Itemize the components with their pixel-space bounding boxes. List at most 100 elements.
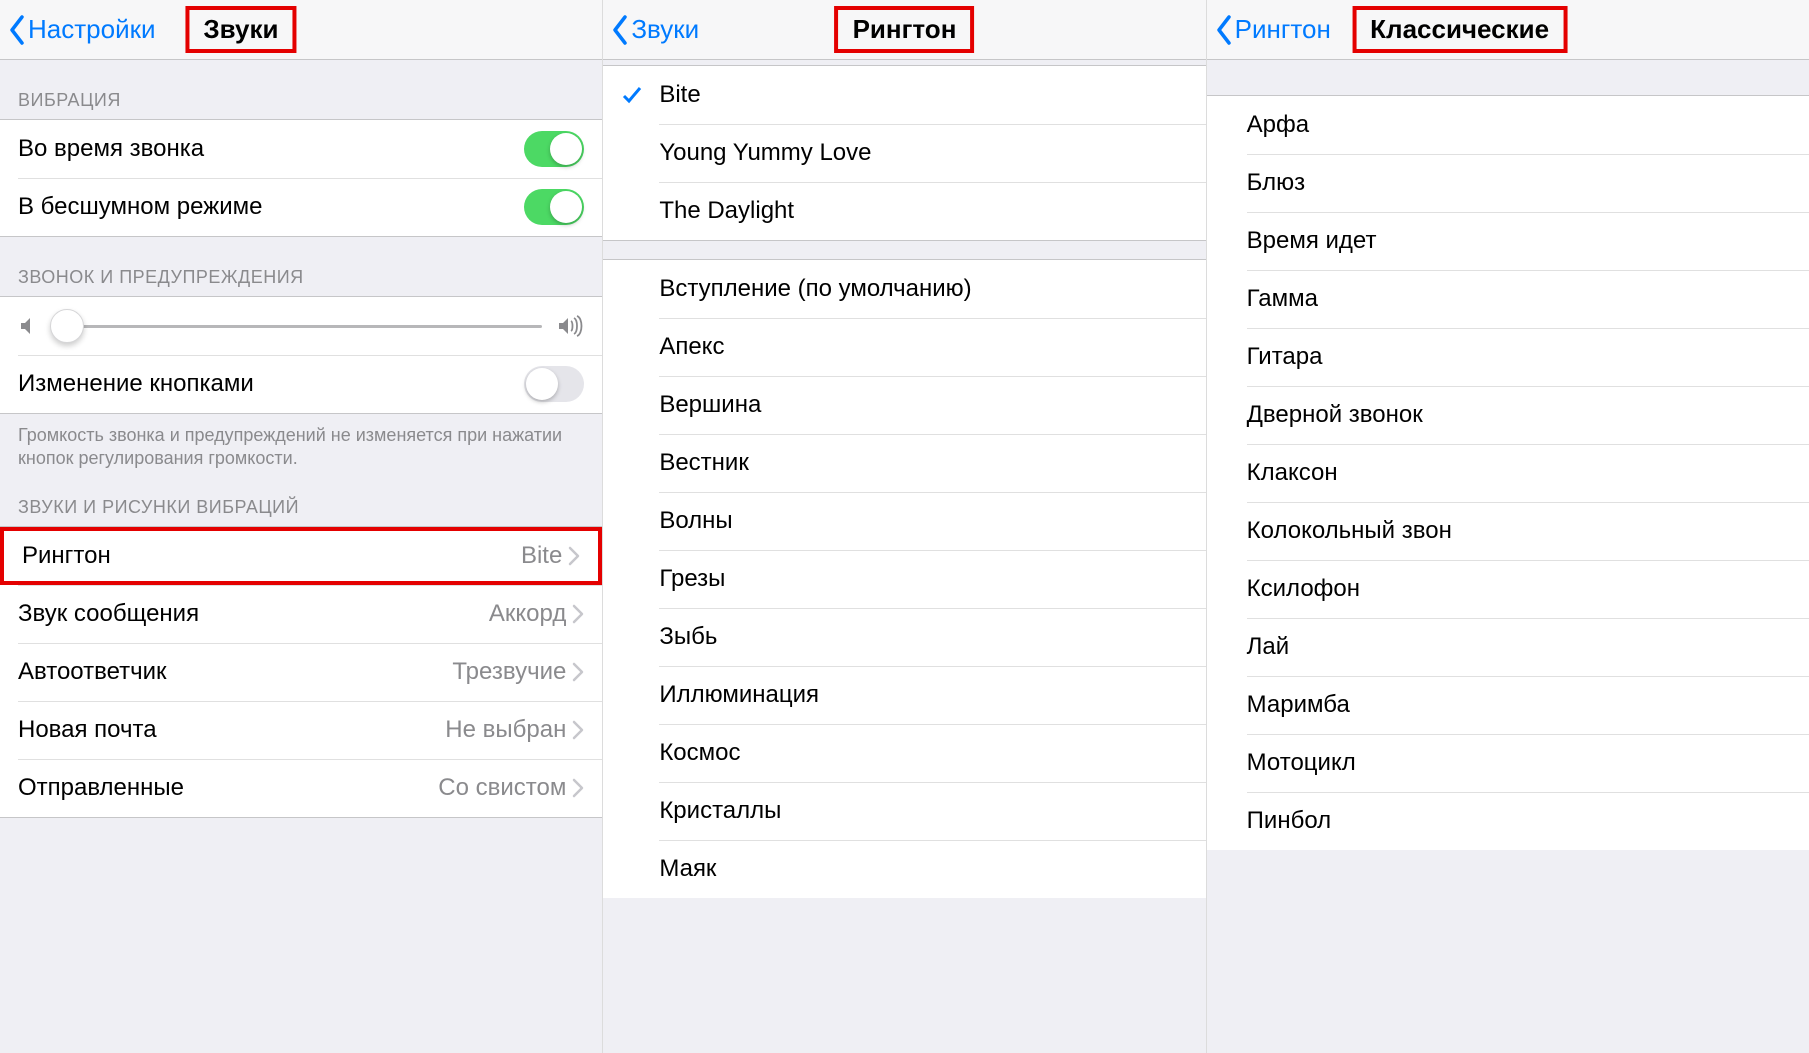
- value: Трезвучие: [452, 658, 566, 686]
- ringtone-label: Вступление (по умолчанию): [659, 275, 971, 303]
- row-voicemail[interactable]: Автоответчик Трезвучие: [0, 643, 602, 701]
- ringtone-label: Зыбь: [659, 623, 717, 651]
- value: Аккорд: [489, 600, 566, 628]
- back-button[interactable]: Рингтон: [1215, 0, 1331, 59]
- ringtone-item[interactable]: Вершина: [603, 376, 1205, 434]
- value: Со свистом: [438, 774, 566, 802]
- ringtone-item[interactable]: Иллюминация: [603, 666, 1205, 724]
- chevron-right-icon: [572, 604, 584, 624]
- label: Отправленные: [18, 774, 438, 802]
- classic-label: Дверной звонок: [1247, 401, 1423, 429]
- chevron-left-icon: [8, 15, 26, 45]
- ringtone-list-purchased: Bite Young Yummy Love The Daylight: [603, 66, 1205, 240]
- classic-item[interactable]: Арфа: [1207, 96, 1809, 154]
- ringtone-label: Вершина: [659, 391, 761, 419]
- row-change-buttons[interactable]: Изменение кнопками: [0, 355, 602, 413]
- label: Звук сообщения: [18, 600, 489, 628]
- navbar: Настройки Звуки: [0, 0, 602, 60]
- classic-label: Пинбол: [1247, 807, 1331, 835]
- chevron-left-icon: [1215, 15, 1233, 45]
- switch-change-buttons[interactable]: [524, 366, 584, 402]
- switch-vibrate-silent[interactable]: [524, 189, 584, 225]
- ringtone-label: Young Yummy Love: [659, 139, 871, 167]
- ringtone-label: Волны: [659, 507, 732, 535]
- page-title: Классические: [1352, 6, 1567, 53]
- ringtone-label: Иллюминация: [659, 681, 819, 709]
- classic-label: Лай: [1247, 633, 1290, 661]
- chevron-right-icon: [568, 546, 580, 566]
- section-header-sounds: ЗВУКИ И РИСУНКИ ВИБРАЦИЙ: [0, 479, 602, 526]
- volume-high-icon: [556, 315, 584, 337]
- label: В бесшумном режиме: [18, 193, 524, 221]
- classic-item[interactable]: Ксилофон: [1207, 560, 1809, 618]
- ringtone-item[interactable]: Кристаллы: [603, 782, 1205, 840]
- back-label: Звуки: [631, 14, 699, 45]
- classic-item[interactable]: Время идет: [1207, 212, 1809, 270]
- classic-ringtone-list: Арфа Блюз Время идет Гамма Гитара Дверной зво…: [1207, 96, 1809, 850]
- row-text-tone[interactable]: Звук сообщения Аккорд: [0, 585, 602, 643]
- ringtone-item[interactable]: Грезы: [603, 550, 1205, 608]
- label: Новая почта: [18, 716, 445, 744]
- classic-item[interactable]: Дверной звонок: [1207, 386, 1809, 444]
- classic-item[interactable]: Блюз: [1207, 154, 1809, 212]
- classic-item[interactable]: Мотоцикл: [1207, 734, 1809, 792]
- classic-item[interactable]: Клаксон: [1207, 444, 1809, 502]
- ringtone-item[interactable]: Зыбь: [603, 608, 1205, 666]
- classic-item[interactable]: Маримба: [1207, 676, 1809, 734]
- ringtone-item[interactable]: Вступление (по умолчанию): [603, 260, 1205, 318]
- ringtone-label: Грезы: [659, 565, 725, 593]
- ringtone-label: Апекс: [659, 333, 724, 361]
- group-ringer: Изменение кнопками: [0, 296, 602, 414]
- back-label: Настройки: [28, 14, 156, 45]
- ringtone-item[interactable]: Young Yummy Love: [603, 124, 1205, 182]
- classic-label: Колокольный звон: [1247, 517, 1452, 545]
- back-button[interactable]: Звуки: [611, 0, 699, 59]
- row-volume-slider[interactable]: [0, 297, 602, 355]
- page-title: Рингтон: [835, 6, 975, 53]
- ringtone-label: Маяк: [659, 855, 716, 883]
- ringtone-item[interactable]: Bite: [603, 66, 1205, 124]
- classic-item[interactable]: Гамма: [1207, 270, 1809, 328]
- ringtone-item[interactable]: Космос: [603, 724, 1205, 782]
- ringtone-item[interactable]: The Daylight: [603, 182, 1205, 240]
- classic-item[interactable]: Лай: [1207, 618, 1809, 676]
- group-vibration: Во время звонка В бесшумном режиме: [0, 119, 602, 237]
- back-button[interactable]: Настройки: [8, 0, 156, 59]
- check-icon: [621, 84, 643, 106]
- classic-label: Арфа: [1247, 111, 1309, 139]
- footer-text: Громкость звонка и предупреждений не изм…: [0, 414, 602, 479]
- classic-item[interactable]: Гитара: [1207, 328, 1809, 386]
- label: Во время звонка: [18, 135, 524, 163]
- classic-label: Время идет: [1247, 227, 1377, 255]
- row-sent-mail[interactable]: Отправленные Со свистом: [0, 759, 602, 817]
- classic-label: Гитара: [1247, 343, 1323, 371]
- row-vibrate-silent[interactable]: В бесшумном режиме: [0, 178, 602, 236]
- classic-label: Маримба: [1247, 691, 1350, 719]
- row-vibrate-ring[interactable]: Во время звонка: [0, 120, 602, 178]
- classic-item[interactable]: Пинбол: [1207, 792, 1809, 850]
- value: Bite: [521, 542, 562, 570]
- section-header-ringer: ЗВОНОК И ПРЕДУПРЕЖДЕНИЯ: [0, 237, 602, 296]
- ringtone-item[interactable]: Вестник: [603, 434, 1205, 492]
- switch-vibrate-ring[interactable]: [524, 131, 584, 167]
- volume-thumb[interactable]: [50, 309, 84, 343]
- classic-label: Блюз: [1247, 169, 1306, 197]
- section-header-vibration: ВИБРАЦИЯ: [0, 60, 602, 119]
- ringtone-item[interactable]: Апекс: [603, 318, 1205, 376]
- navbar: Рингтон Классические: [1207, 0, 1809, 60]
- chevron-right-icon: [572, 720, 584, 740]
- label: Автоответчик: [18, 658, 452, 686]
- chevron-right-icon: [572, 778, 584, 798]
- classic-label: Мотоцикл: [1247, 749, 1356, 777]
- row-new-mail[interactable]: Новая почта Не выбран: [0, 701, 602, 759]
- label: Рингтон: [22, 542, 521, 570]
- panel-sounds: Настройки Звуки ВИБРАЦИЯ Во время звонка…: [0, 0, 603, 1053]
- classic-item[interactable]: Колокольный звон: [1207, 502, 1809, 560]
- ringtone-item[interactable]: Маяк: [603, 840, 1205, 898]
- classic-label: Ксилофон: [1247, 575, 1360, 603]
- row-ringtone[interactable]: Рингтон Bite: [0, 527, 602, 585]
- ringtone-label: Bite: [659, 81, 700, 109]
- ringtone-item[interactable]: Волны: [603, 492, 1205, 550]
- page-title: Звуки: [185, 6, 296, 53]
- volume-track[interactable]: [54, 325, 542, 328]
